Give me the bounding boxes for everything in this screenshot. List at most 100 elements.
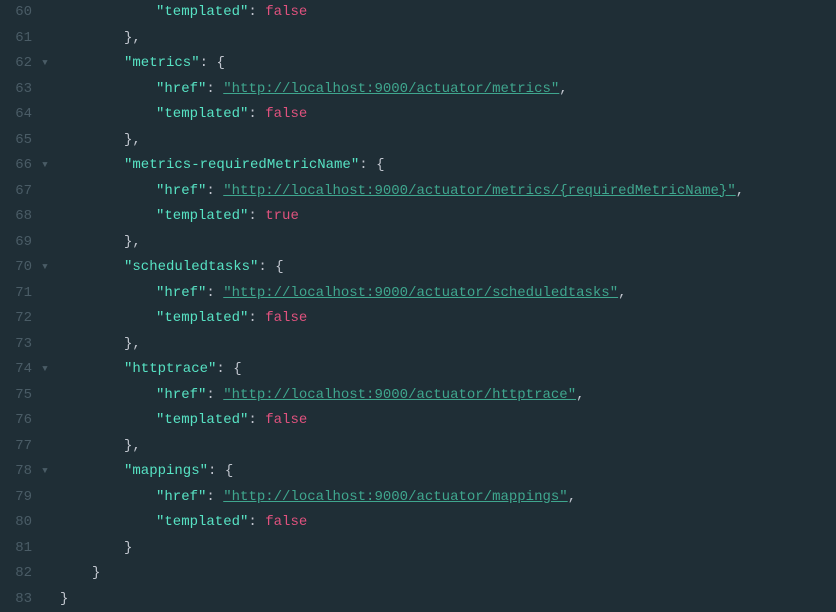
token-brace: { — [376, 153, 384, 179]
token-colon: : — [206, 485, 223, 511]
code-line[interactable]: "templated": false — [60, 0, 836, 26]
token-bool: false — [265, 306, 307, 332]
token-link[interactable]: "http://localhost:9000/actuator/schedule… — [223, 281, 618, 307]
token-colon: : — [206, 179, 223, 205]
gutter-line: 71 — [0, 281, 52, 307]
code-line[interactable]: "templated": false — [60, 306, 836, 332]
fold-toggle-icon[interactable]: ▼ — [38, 357, 52, 383]
code-line[interactable]: "scheduledtasks": { — [60, 255, 836, 281]
gutter-line: 72 — [0, 306, 52, 332]
line-number: 65 — [8, 128, 32, 154]
code-line[interactable]: }, — [60, 26, 836, 52]
code-line[interactable]: "templated": false — [60, 510, 836, 536]
code-line[interactable]: }, — [60, 230, 836, 256]
code-line[interactable]: "href": "http://localhost:9000/actuator/… — [60, 383, 836, 409]
code-line[interactable]: "templated": false — [60, 102, 836, 128]
token-brace: { — [233, 357, 241, 383]
token-brace: }, — [124, 434, 141, 460]
fold-toggle-icon[interactable]: ▼ — [38, 153, 52, 179]
gutter-line: 69 — [0, 230, 52, 256]
token-colon: : — [248, 0, 265, 26]
token-brace: { — [216, 51, 224, 77]
code-line[interactable]: "metrics-requiredMetricName": { — [60, 153, 836, 179]
token-key: "scheduledtasks" — [124, 255, 258, 281]
token-colon: : — [248, 408, 265, 434]
token-link[interactable]: "http://localhost:9000/actuator/metrics/… — [223, 179, 735, 205]
fold-toggle-icon[interactable]: ▼ — [38, 51, 52, 77]
token-key: "templated" — [156, 102, 248, 128]
line-number: 74 — [8, 357, 32, 383]
gutter-line: 67 — [0, 179, 52, 205]
code-line[interactable]: }, — [60, 332, 836, 358]
line-number: 78 — [8, 459, 32, 485]
line-number: 81 — [8, 536, 32, 562]
token-key: "templated" — [156, 408, 248, 434]
line-number: 73 — [8, 332, 32, 358]
token-brace: } — [60, 587, 68, 612]
token-colon: : — [248, 204, 265, 230]
token-colon: : — [258, 255, 275, 281]
token-comma: , — [559, 77, 567, 103]
code-area[interactable]: "templated": false},"metrics": {"href": … — [60, 0, 836, 612]
token-colon: : — [208, 459, 225, 485]
token-brace: } — [92, 561, 100, 587]
token-comma: , — [568, 485, 576, 511]
code-line[interactable]: "templated": false — [60, 408, 836, 434]
code-line[interactable]: "href": "http://localhost:9000/actuator/… — [60, 485, 836, 511]
token-link[interactable]: "http://localhost:9000/actuator/metrics" — [223, 77, 559, 103]
code-editor[interactable]: 606162▼63646566▼67686970▼71727374▼757677… — [0, 0, 836, 612]
token-key: "httptrace" — [124, 357, 216, 383]
token-key: "mappings" — [124, 459, 208, 485]
token-colon: : — [359, 153, 376, 179]
code-line[interactable]: } — [60, 536, 836, 562]
line-number: 76 — [8, 408, 32, 434]
gutter-line: 64 — [0, 102, 52, 128]
gutter-line: 80 — [0, 510, 52, 536]
token-key: "href" — [156, 281, 206, 307]
token-bool: true — [265, 204, 299, 230]
code-line[interactable]: "templated": true — [60, 204, 836, 230]
gutter-line: 74▼ — [0, 357, 52, 383]
code-line[interactable]: "href": "http://localhost:9000/actuator/… — [60, 77, 836, 103]
token-link[interactable]: "http://localhost:9000/actuator/mappings… — [223, 485, 567, 511]
line-number: 70 — [8, 255, 32, 281]
line-number: 61 — [8, 26, 32, 52]
fold-toggle-icon[interactable]: ▼ — [38, 255, 52, 281]
gutter-line: 73 — [0, 332, 52, 358]
code-line[interactable]: }, — [60, 128, 836, 154]
line-number: 80 — [8, 510, 32, 536]
token-link[interactable]: "http://localhost:9000/actuator/httptrac… — [223, 383, 576, 409]
code-line[interactable]: "httptrace": { — [60, 357, 836, 383]
code-line[interactable]: "href": "http://localhost:9000/actuator/… — [60, 281, 836, 307]
token-key: "metrics" — [124, 51, 200, 77]
token-colon: : — [216, 357, 233, 383]
line-number: 69 — [8, 230, 32, 256]
gutter-line: 76 — [0, 408, 52, 434]
token-brace: }, — [124, 128, 141, 154]
token-brace: }, — [124, 26, 141, 52]
fold-toggle-icon[interactable]: ▼ — [38, 459, 52, 485]
gutter-line: 62▼ — [0, 51, 52, 77]
code-line[interactable]: "mappings": { — [60, 459, 836, 485]
token-brace: } — [124, 536, 132, 562]
token-bool: false — [265, 408, 307, 434]
code-line[interactable]: "metrics": { — [60, 51, 836, 77]
line-number: 60 — [8, 0, 32, 26]
token-key: "templated" — [156, 0, 248, 26]
code-line[interactable]: } — [60, 561, 836, 587]
token-colon: : — [206, 383, 223, 409]
code-line[interactable]: }, — [60, 434, 836, 460]
gutter-line: 75 — [0, 383, 52, 409]
line-number: 75 — [8, 383, 32, 409]
code-line[interactable]: } — [60, 587, 836, 612]
token-bool: false — [265, 0, 307, 26]
line-number: 66 — [8, 153, 32, 179]
token-colon: : — [206, 281, 223, 307]
token-brace: { — [275, 255, 283, 281]
code-line[interactable]: "href": "http://localhost:9000/actuator/… — [60, 179, 836, 205]
token-key: "templated" — [156, 204, 248, 230]
token-comma: , — [576, 383, 584, 409]
gutter-line: 79 — [0, 485, 52, 511]
gutter-line: 82 — [0, 561, 52, 587]
gutter-line: 81 — [0, 536, 52, 562]
